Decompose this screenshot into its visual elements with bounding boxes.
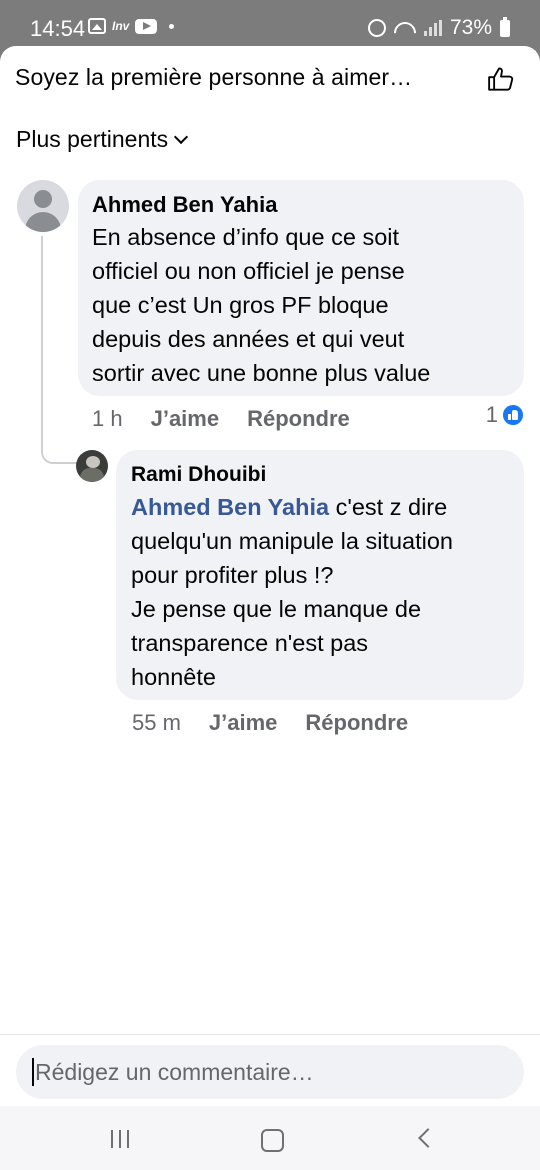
battery-icon (500, 16, 510, 37)
sheet-header: Soyez la première personne à aimer… (0, 46, 540, 112)
like-button[interactable]: J’aime (209, 710, 278, 736)
recent-apps-icon[interactable] (111, 1130, 129, 1148)
comments-sheet: Soyez la première personne à aimer… Plus… (0, 46, 540, 1170)
wifi-icon (394, 20, 416, 36)
notification-dot-icon (169, 23, 175, 29)
comment-time: 1 h (92, 406, 123, 431)
alarm-icon (367, 19, 386, 37)
comment-bubble[interactable]: Ahmed Ben Yahia En absence d’info que ce… (78, 180, 524, 396)
reply-button[interactable]: Répondre (247, 406, 350, 432)
back-icon[interactable] (418, 1128, 438, 1148)
default-avatar-body (25, 212, 61, 232)
inv-label: Inv (112, 19, 130, 33)
reaction-summary[interactable]: 1 (486, 402, 524, 428)
avatar-photo-head (86, 456, 100, 468)
reaction-count: 1 (485, 402, 498, 427)
system-nav-bar (0, 1106, 540, 1170)
default-avatar-head (34, 190, 52, 208)
comment-input-placeholder: Rédigez un commentaire… (35, 1058, 314, 1085)
chevron-down-icon (174, 129, 189, 144)
avatar-photo-body (80, 468, 104, 482)
status-left-icons: Inv (88, 18, 175, 34)
reactions-title[interactable]: Soyez la première personne à aimer… (15, 64, 412, 91)
comment-input[interactable]: Rédigez un commentaire… (16, 1045, 524, 1099)
comment-text: Ahmed Ben Yahia c'est z dire quelqu'un m… (131, 490, 509, 694)
comment-line: transparence n'est pas (131, 630, 369, 656)
comment-line: depuis des années et qui veut (92, 326, 405, 352)
comment-actions: 1 h J’aime Répondre (92, 406, 378, 432)
status-right-icons: 73% (367, 16, 510, 40)
comment-author[interactable]: Ahmed Ben Yahia (92, 190, 510, 220)
gallery-icon (88, 18, 106, 34)
text-caret (32, 1058, 34, 1086)
signal-icon (423, 20, 442, 36)
avatar[interactable] (17, 180, 69, 232)
comment-composer-bar: Rédigez un commentaire… (0, 1034, 540, 1107)
comment-author[interactable]: Rami Dhouibi (131, 460, 509, 490)
battery-percent: 73% (449, 16, 492, 39)
home-icon[interactable] (261, 1129, 284, 1152)
status-time: 14:54 (30, 16, 86, 41)
comment-line: pour profiter plus !? (131, 562, 334, 588)
thumbs-up-outline-icon[interactable] (486, 64, 516, 94)
like-reaction-icon (502, 404, 524, 426)
comment-bubble[interactable]: Rami Dhouibi Ahmed Ben Yahia c'est z dir… (116, 450, 524, 700)
comment-line: sortir avec une bonne plus value (92, 360, 431, 386)
comment-line: En absence d’info que ce soit (92, 224, 400, 250)
youtube-icon (135, 18, 158, 34)
comment-text: En absence d’info que ce soit officiel o… (92, 220, 510, 390)
comment-line: Je pense que le manque de (131, 596, 422, 622)
sort-label: Plus pertinents (16, 126, 169, 152)
avatar[interactable] (76, 450, 108, 482)
comment-line: officiel ou non officiel je pense (92, 258, 405, 284)
comment-time: 55 m (132, 710, 181, 735)
comment-line: Ahmed Ben Yahia c'est z dire (131, 490, 509, 524)
reply-thread-line (41, 236, 77, 464)
mention-link[interactable]: Ahmed Ben Yahia (131, 494, 329, 520)
sort-dropdown[interactable]: Plus pertinents (16, 126, 189, 153)
comment-line-text: c'est z dire (329, 494, 448, 520)
comment-line: que c’est Un gros PF bloque (92, 292, 389, 318)
comment-actions: 55 m J’aime Répondre (132, 710, 436, 736)
comment-line: honnête (131, 664, 216, 690)
reply-button[interactable]: Répondre (305, 710, 408, 736)
comment-line: quelqu'un manipule la situation (131, 528, 453, 554)
like-button[interactable]: J’aime (151, 406, 220, 432)
